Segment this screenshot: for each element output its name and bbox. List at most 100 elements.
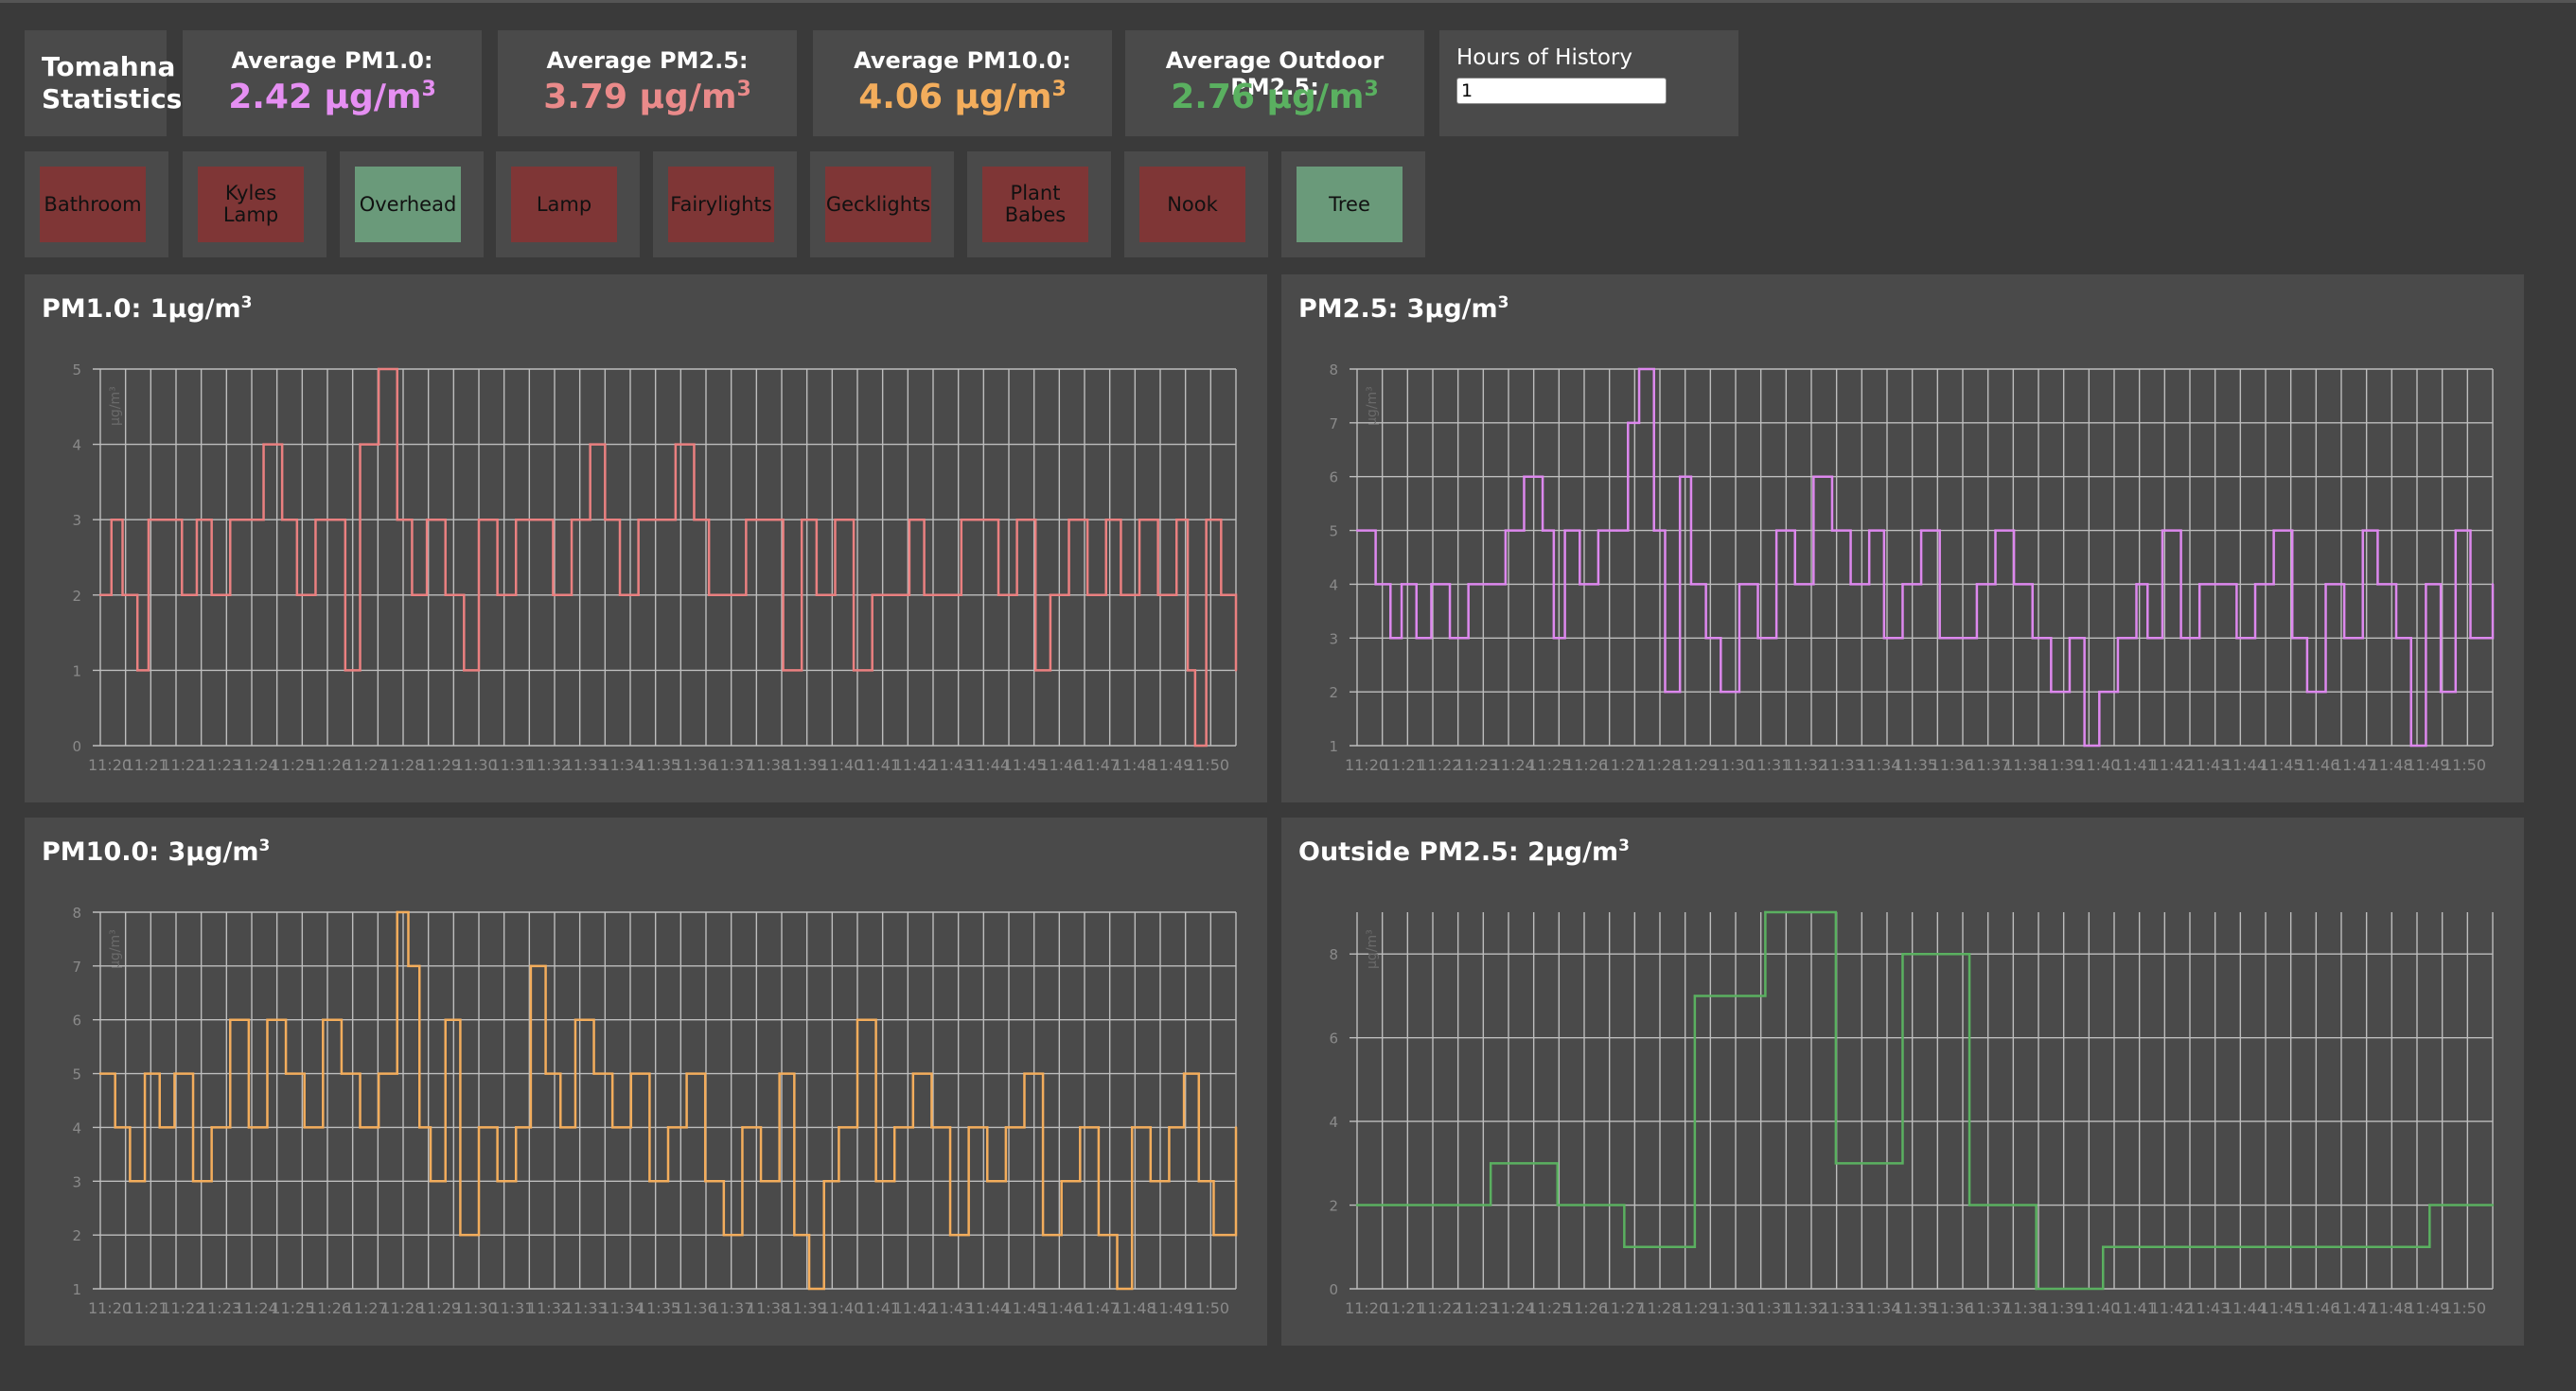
light-toggle-button[interactable]: Gecklights <box>825 167 931 242</box>
data-point <box>1193 744 1197 748</box>
data-point <box>2428 1204 2431 1206</box>
data-point <box>1834 1162 1838 1165</box>
data-point <box>98 1072 102 1075</box>
data-point <box>2116 637 2120 640</box>
data-point <box>2035 1287 2038 1291</box>
data-point <box>856 1018 859 1021</box>
stat-value: 4.06 µg/m3 <box>858 78 1067 116</box>
history-card: Hours of History <box>1439 30 1738 136</box>
y-tick-label: 4 <box>1329 1114 1338 1131</box>
data-point <box>98 593 102 596</box>
light-toggle-button[interactable]: Kyles Lamp <box>198 167 304 242</box>
y-tick-label: 4 <box>72 1119 81 1136</box>
data-point <box>1034 669 1037 672</box>
stat-value: 3.79 µg/m3 <box>543 78 751 116</box>
data-point <box>418 1126 421 1129</box>
data-point <box>1793 583 1796 586</box>
chart-outside-pm25: 02468 µg/m³11:2011:2111:2211:2311:2411:25… <box>1329 910 2495 1317</box>
data-point <box>1552 637 1556 640</box>
data-point <box>1004 1126 1008 1129</box>
data-point <box>295 593 299 596</box>
data-point <box>704 1180 707 1183</box>
data-point <box>1764 910 1767 914</box>
series-line-outside_pm25 <box>1357 910 2493 1291</box>
data-point <box>2342 637 2346 640</box>
data-point <box>173 1072 176 1075</box>
data-point <box>1756 637 1759 640</box>
chart-pm1: 012345µg/m³11:2011:2111:2211:2311:2411:2… <box>72 361 1238 774</box>
data-point <box>2031 637 2034 640</box>
data-point <box>1882 637 1886 640</box>
y-tick-label: 1 <box>72 1281 81 1298</box>
light-toggle-button[interactable]: Nook <box>1139 167 1245 242</box>
data-point <box>314 519 317 521</box>
data-point <box>328 519 332 521</box>
data-point <box>262 443 265 446</box>
data-point <box>1415 637 1418 640</box>
data-point <box>1220 593 1223 596</box>
data-point <box>693 519 696 521</box>
chart-panel-pm10: PM10.0: 3µg/m3 1 2 3 4 5 6 7 8 µg/m³ 11:20 11:21 11… <box>25 818 1267 1346</box>
data-point <box>948 1233 952 1237</box>
data-point <box>2373 1245 2375 1248</box>
y-tick-label: 3 <box>72 1173 81 1190</box>
data-point <box>629 1072 632 1075</box>
data-point <box>1097 1233 1101 1237</box>
data-point <box>1489 1162 1492 1165</box>
data-point <box>1130 1126 1134 1129</box>
y-tick-label: 8 <box>72 905 81 922</box>
light-toggle-button[interactable]: Bathroom <box>40 167 146 242</box>
data-point <box>2135 583 2138 586</box>
data-point <box>1693 995 1697 997</box>
light-toggle-button[interactable]: Plant Babes <box>982 167 1088 242</box>
stat-value: 2.42 µg/m3 <box>228 78 436 116</box>
data-point <box>496 1180 499 1183</box>
y-tick-label: 6 <box>1329 1030 1338 1048</box>
light-toggle-button[interactable]: Lamp <box>511 167 617 242</box>
y-tick-label: 4 <box>72 437 81 454</box>
data-point <box>2253 583 2257 586</box>
data-point <box>377 367 380 371</box>
history-hours-input[interactable] <box>1456 78 1667 104</box>
data-point <box>890 593 892 596</box>
light-toggle-button[interactable]: Fairylights <box>668 167 774 242</box>
data-point <box>1104 519 1107 521</box>
data-point <box>2469 637 2472 640</box>
data-point <box>1867 529 1871 532</box>
data-point <box>377 1072 380 1075</box>
y-tick-label: 8 <box>1329 361 1338 379</box>
data-point <box>778 1072 781 1075</box>
chart-pm10: 12345678µg/m³11:2011:2111:2211:2311:2411… <box>72 905 1238 1317</box>
y-tick-label: 2 <box>1329 1198 1338 1215</box>
data-point <box>2216 583 2220 586</box>
series-line-pm1 <box>100 367 1238 748</box>
data-point <box>2168 1245 2172 1248</box>
data-point <box>618 593 622 596</box>
light-toggle-button[interactable]: Tree <box>1297 167 1403 242</box>
y-tick-label: 5 <box>72 361 81 379</box>
data-point <box>2439 690 2443 694</box>
data-point <box>2409 744 2412 748</box>
data-point <box>874 1180 877 1183</box>
data-point <box>1563 529 1566 532</box>
data-point <box>1374 583 1377 586</box>
data-point <box>1120 593 1122 596</box>
data-point <box>1182 1072 1186 1075</box>
data-point <box>247 519 251 521</box>
data-point <box>1156 593 1159 596</box>
data-point <box>637 519 640 521</box>
data-point <box>1116 1287 1119 1291</box>
y-axis-label: µg/m³ <box>1365 929 1380 969</box>
data-point <box>1049 593 1052 596</box>
data-point <box>181 593 184 596</box>
light-toggle-button[interactable]: Overhead <box>355 167 461 242</box>
data-point <box>1355 529 1359 532</box>
data-point <box>1448 637 1452 640</box>
x-tick-label: 11:50 <box>1186 756 1229 774</box>
data-point <box>1023 1072 1026 1075</box>
data-point <box>1738 583 1741 586</box>
data-point <box>1197 1180 1200 1183</box>
data-point <box>589 443 591 446</box>
light-card: Overhead <box>340 151 484 257</box>
y-axis-label: µg/m³ <box>108 386 123 426</box>
